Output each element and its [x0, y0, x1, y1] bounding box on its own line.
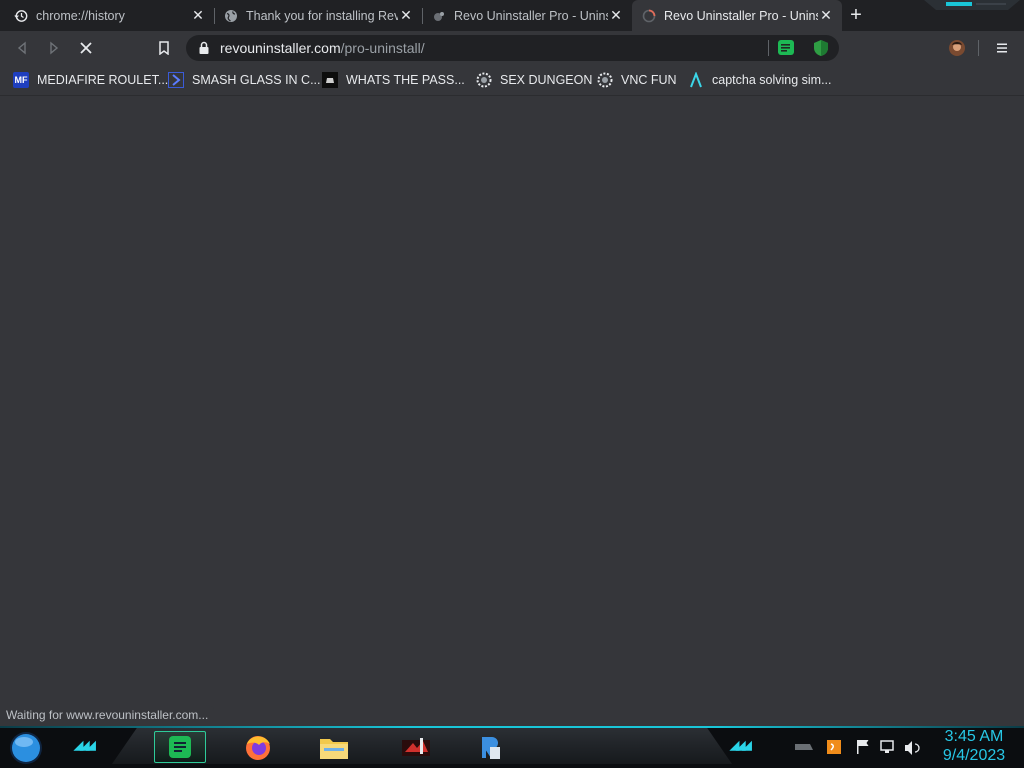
avatar-icon [949, 40, 965, 56]
browser-toolbar: revouninstaller.com/pro-uninstall/ [0, 31, 1024, 65]
close-tab-icon[interactable]: ✕ [190, 7, 206, 24]
page-content [0, 96, 1024, 726]
chevron-icon [168, 72, 184, 88]
dark-square-icon [322, 72, 338, 88]
mediafire-icon: MF [13, 72, 29, 88]
close-tab-icon[interactable]: ✕ [608, 7, 624, 24]
taskbar-app-notes[interactable] [154, 731, 206, 763]
bookmark-label: SMASH GLASS IN C... [192, 73, 321, 87]
taskbar-app-file-explorer[interactable] [308, 731, 360, 763]
volume-icon[interactable] [905, 741, 920, 755]
url-host: revouninstaller.com [220, 40, 341, 56]
close-tab-icon[interactable]: ✕ [818, 7, 834, 24]
taskbar-clock[interactable]: 3:45 AM 9/4/2023 [928, 727, 1020, 767]
firefox-icon [246, 736, 270, 760]
extension-green-chat-icon[interactable] [777, 39, 795, 57]
theme-corner-decoration [920, 0, 1024, 32]
close-tab-icon[interactable]: ✕ [398, 7, 414, 24]
bookmark-button[interactable] [152, 36, 176, 60]
url-path: /pro-uninstall/ [340, 40, 425, 56]
bookmark-label: WHATS THE PASS... [346, 73, 465, 87]
clock-time: 3:45 AM [944, 728, 1004, 745]
tab-strip: chrome://history ✕ Thank you for install… [0, 0, 1024, 31]
tab-title: Revo Uninstaller Pro - Uninst [664, 8, 818, 23]
chevron-decoration-icon: ◢◢◢ [74, 738, 96, 752]
tab-history[interactable]: chrome://history ✕ [4, 0, 214, 31]
tab-revo-1[interactable]: Revo Uninstaller Pro - Uninst ✕ [422, 0, 632, 31]
lock-icon[interactable] [198, 41, 210, 55]
bookmark-label: captcha solving sim... [712, 73, 832, 87]
bookmark-sex-dungeon[interactable]: SEX DUNGEON [476, 71, 592, 89]
toolbar-separator [768, 40, 769, 56]
start-button[interactable] [7, 729, 45, 765]
gear-badge-icon [476, 72, 492, 88]
profile-avatar[interactable] [945, 36, 969, 60]
loading-spinner-icon [642, 9, 656, 23]
java-update-icon[interactable] [827, 740, 841, 754]
tab-title: Revo Uninstaller Pro - Uninst [454, 8, 608, 23]
tab-thank-you[interactable]: Thank you for installing Revo ✕ [214, 0, 422, 31]
bookmark-mediafire[interactable]: MF MEDIAFIRE ROULET... [13, 71, 168, 89]
hamburger-menu-icon [997, 43, 1007, 53]
forward-arrow-icon [50, 41, 59, 55]
bookmark-whats-the-pass[interactable]: WHATS THE PASS... [322, 71, 465, 89]
taskbar-app-red-tool[interactable] [390, 731, 442, 763]
bookmark-vnc-fun[interactable]: VNC FUN [597, 71, 677, 89]
taskbar-app-firefox[interactable] [232, 731, 284, 763]
tray-overflow-icon[interactable] [795, 744, 813, 750]
taskbar: ◢◢◢ ◢◢◢ 3:45 AM 9/4/2023 [0, 726, 1024, 768]
green-notes-icon [169, 736, 191, 758]
taskbar-app-revo[interactable] [464, 731, 516, 763]
lambda-icon [688, 72, 704, 88]
start-orb-icon [10, 732, 42, 764]
bookmarks-bar: MF MEDIAFIRE ROULET... SMASH GLASS IN C.… [0, 65, 1024, 96]
stop-loading-button[interactable] [74, 36, 98, 60]
bookmark-label: MEDIAFIRE ROULET... [37, 73, 169, 87]
flag-icon[interactable] [857, 740, 869, 754]
back-arrow-icon [17, 41, 26, 55]
taskbar-glow-line [0, 726, 1024, 728]
bookmark-label: SEX DUNGEON [500, 73, 593, 87]
close-x-icon [80, 42, 92, 54]
tab-title: Thank you for installing Revo [246, 8, 398, 23]
new-tab-button[interactable]: + [845, 5, 867, 25]
system-tray [795, 736, 925, 760]
back-button[interactable] [10, 36, 34, 60]
bookmark-smash-glass[interactable]: SMASH GLASS IN C... [168, 71, 321, 89]
revo-uninstaller-icon [482, 737, 500, 759]
chevron-decoration-icon: ◢◢◢ [730, 738, 752, 752]
status-bubble: Waiting for www.revouninstaller.com... [0, 706, 215, 725]
history-icon [14, 9, 28, 23]
browser-menu-button[interactable] [990, 36, 1014, 60]
bookmark-captcha[interactable]: captcha solving sim... [688, 71, 832, 89]
bookmark-label: VNC FUN [621, 73, 677, 87]
clock-date: 9/4/2023 [942, 747, 1006, 764]
extension-shield-icon[interactable] [812, 39, 830, 57]
gear-badge-icon [597, 72, 613, 88]
red-app-icon [402, 738, 430, 756]
folder-icon [320, 739, 348, 759]
network-icon[interactable] [880, 740, 894, 753]
globe-icon [224, 9, 238, 23]
address-bar[interactable]: revouninstaller.com/pro-uninstall/ [186, 35, 839, 61]
revo-icon [432, 9, 446, 23]
toolbar-separator [978, 40, 979, 56]
forward-button[interactable] [42, 36, 66, 60]
bookmark-icon [159, 41, 169, 55]
tab-revo-2-active[interactable]: Revo Uninstaller Pro - Uninst ✕ [632, 0, 842, 31]
tab-title: chrome://history [36, 8, 125, 23]
